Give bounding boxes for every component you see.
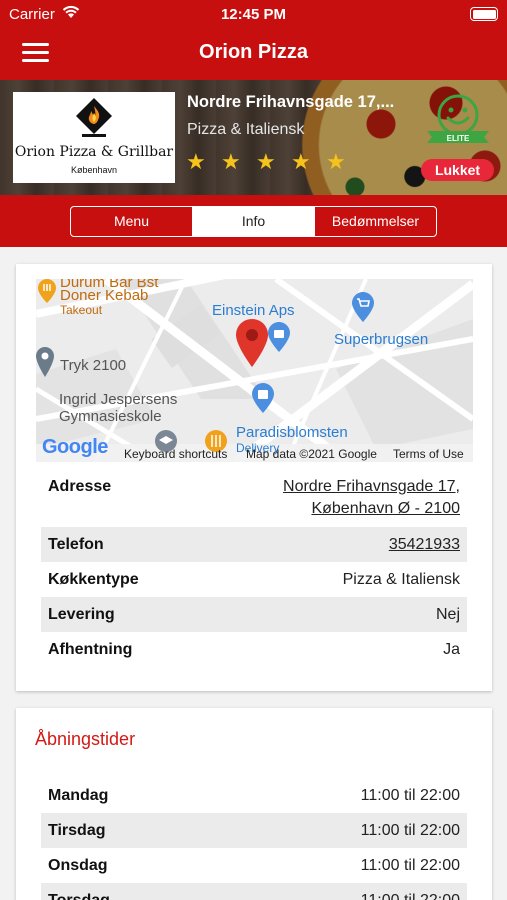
opening-hours-table: Mandag 11:00 til 22:00 Tirsdag 11:00 til… — [41, 778, 467, 900]
google-logo: Google — [42, 436, 108, 458]
star-icon: ★ — [221, 149, 241, 174]
info-row-address: Adresse Nordre Frihavnsgade 17, Københav… — [41, 469, 467, 522]
star-icon: ★ — [291, 149, 311, 174]
hours-row: Torsdag 11:00 til 22:00 — [41, 883, 467, 900]
hours-time: 11:00 til 22:00 — [360, 822, 460, 839]
pickup-value: Ja — [443, 641, 460, 658]
tab-reviews[interactable]: Bedømmelser — [314, 207, 436, 236]
delivery-label: Levering — [48, 606, 115, 623]
tab-band: Menu Info Bedømmelser — [0, 195, 507, 247]
location-map[interactable]: Durum Bar Bst Doner Kebab Takeout Einste… — [36, 279, 473, 462]
map-poi-sublabel: Takeout — [60, 303, 103, 317]
hours-day: Onsdag — [48, 857, 108, 874]
map-poi-label: Superbrugsen — [334, 331, 429, 348]
info-row-pickup: Afhentning Ja — [41, 632, 467, 667]
battery-icon — [470, 7, 498, 21]
map-terms-link[interactable]: Terms of Use — [393, 447, 464, 461]
cart-pin-icon — [352, 292, 374, 322]
opening-hours-card: Åbningstider Mandag 11:00 til 22:00 Tirs… — [16, 708, 492, 900]
map-attribution: Map data ©2021 Google — [246, 447, 377, 461]
delivery-value: Nej — [435, 606, 460, 623]
kitchen-value: Pizza & Italiensk — [342, 571, 460, 588]
map-poi-label: Paradisblomsten — [236, 424, 348, 441]
hours-day: Torsdag — [48, 892, 110, 900]
grill-flame-icon — [76, 98, 112, 137]
elite-smiley-badge: ELITE — [423, 93, 493, 154]
hours-time: 11:00 til 22:00 — [361, 892, 460, 900]
info-table: Adresse Nordre Frihavnsgade 17, Københav… — [41, 469, 467, 667]
star-icon: ★ — [186, 149, 206, 174]
clock: 12:45 PM — [220, 6, 287, 23]
tab-menu[interactable]: Menu — [71, 207, 192, 236]
status-badge: Lukket — [421, 159, 494, 181]
address-label: Adresse — [48, 478, 112, 495]
map-poi-label: Einstein Aps — [212, 302, 295, 319]
map-keyboard-shortcuts[interactable]: Keyboard shortcuts — [124, 447, 227, 461]
hours-time: 11:00 til 22:00 — [360, 857, 460, 874]
map-poi-label: Gymnasieskole — [59, 408, 162, 425]
hours-day: Mandag — [48, 787, 109, 804]
tab-info[interactable]: Info — [192, 207, 314, 236]
place-pin-icon — [36, 347, 54, 377]
navigation-bar: Orion Pizza — [0, 30, 507, 80]
hours-day: Tirsdag — [48, 822, 106, 839]
map-poi-label: Tryk 2100 — [60, 357, 127, 374]
map-poi-label: Ingrid Jespersens — [59, 391, 178, 408]
logo-city: København — [70, 165, 118, 175]
restaurant-address: Nordre Frihavnsgade 17,... — [187, 93, 395, 111]
info-card: Durum Bar Bst Doner Kebab Takeout Einste… — [16, 264, 492, 691]
address-link[interactable]: Nordre Frihavnsgade 17, København Ø - 21… — [283, 478, 460, 518]
kitchen-label: Køkkentype — [48, 571, 139, 588]
address-line-2: København Ø - 2100 — [311, 500, 460, 517]
location-pin-icon — [236, 319, 268, 367]
opening-hours-title: Åbningstider — [35, 729, 136, 749]
restaurant-pin-icon — [38, 279, 56, 303]
hours-row: Onsdag 11:00 til 22:00 — [41, 848, 467, 883]
info-row-delivery: Levering Nej — [41, 597, 467, 632]
restaurant-logo: Orion Pizza & Grillbar København — [13, 92, 175, 183]
star-icon: ★ — [256, 149, 276, 174]
hours-row: Tirsdag 11:00 til 22:00 — [41, 813, 467, 848]
shopping-pin-icon — [268, 322, 290, 352]
info-row-phone: Telefon 35421933 — [41, 527, 467, 562]
map-poi-label: Doner Kebab — [60, 287, 149, 304]
star-rating: ★ ★ ★ ★ ★ — [186, 151, 361, 173]
pickup-label: Afhentning — [48, 641, 133, 658]
shop-pin-icon — [252, 383, 274, 413]
hours-row: Mandag 11:00 til 22:00 — [41, 778, 467, 813]
page-title: Orion Pizza — [199, 41, 308, 63]
restaurant-cuisine: Pizza & Italiensk — [187, 121, 305, 138]
star-icon: ★ — [326, 149, 346, 174]
elite-badge-text: ELITE — [447, 134, 470, 143]
address-line-1: Nordre Frihavnsgade 17, — [283, 478, 460, 495]
status-bar: Carrier 12:45 PM — [0, 0, 507, 30]
segmented-control: Menu Info Bedømmelser — [70, 206, 437, 237]
phone-label: Telefon — [48, 536, 104, 553]
info-row-kitchen: Køkkentype Pizza & Italiensk — [41, 562, 467, 597]
hours-time: 11:00 til 22:00 — [360, 787, 460, 804]
phone-link[interactable]: 35421933 — [389, 536, 460, 554]
logo-name: Orion Pizza & Grillbar — [14, 144, 174, 160]
